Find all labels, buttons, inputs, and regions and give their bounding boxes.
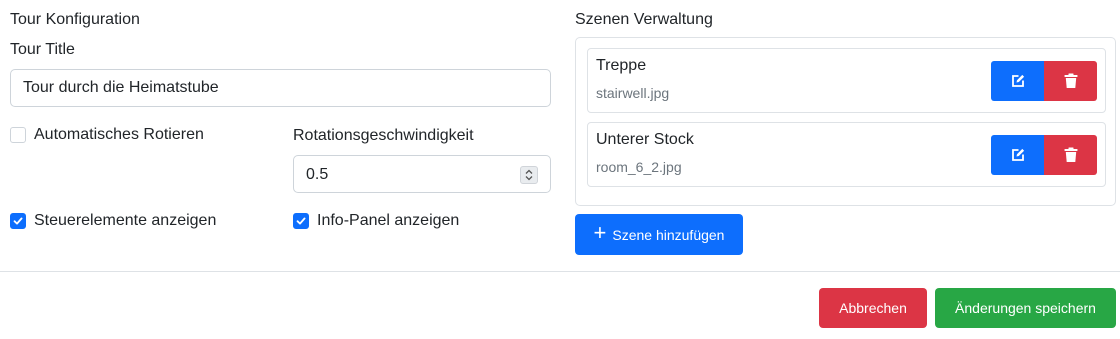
edit-icon (1011, 74, 1024, 87)
tour-title-label: Tour Title (10, 41, 75, 58)
scene-actions (991, 61, 1097, 101)
save-changes-button[interactable]: Änderungen speichern (935, 288, 1116, 328)
scene-item: Unterer Stock room_6_2.jpg (587, 122, 1106, 187)
edit-icon (1011, 148, 1024, 161)
info-panel-option[interactable]: Info-Panel anzeigen (293, 212, 459, 230)
edit-scene-button[interactable] (991, 61, 1044, 101)
plus-icon: + (593, 220, 607, 245)
show-controls-option[interactable]: Steuerelemente anzeigen (10, 212, 216, 230)
scene-name: Unterer Stock (596, 131, 694, 148)
rotation-speed-value: 0.5 (306, 166, 329, 183)
delete-scene-button[interactable] (1044, 135, 1097, 175)
info-panel-checkbox[interactable] (293, 213, 309, 229)
spinner-arrows-icon (525, 169, 533, 181)
trash-icon (1064, 73, 1077, 88)
info-panel-label: Info-Panel anzeigen (317, 212, 460, 229)
check-icon (296, 217, 306, 225)
rotation-speed-label: Rotationsgeschwindigkeit (293, 127, 474, 144)
scene-list: Treppe stairwell.jpg Unterer Stock room_… (575, 37, 1116, 206)
tour-title-input[interactable] (10, 69, 551, 107)
tour-config-heading: Tour Konfiguration (10, 11, 140, 28)
show-controls-label: Steuerelemente anzeigen (34, 212, 217, 229)
scene-file: stairwell.jpg (596, 85, 670, 101)
scene-management-heading: Szenen Verwaltung (575, 11, 713, 28)
add-scene-label: Szene hinzufügen (612, 226, 725, 243)
number-spinner[interactable] (520, 166, 538, 184)
check-icon (13, 217, 23, 225)
rotation-speed-input[interactable]: 0.5 (293, 155, 551, 193)
cancel-button[interactable]: Abbrechen (819, 288, 927, 328)
add-scene-button[interactable]: + Szene hinzufügen (575, 214, 743, 255)
show-controls-checkbox[interactable] (10, 213, 26, 229)
scene-file: room_6_2.jpg (596, 159, 682, 175)
trash-icon (1064, 147, 1077, 162)
auto-rotate-label: Automatisches Rotieren (34, 126, 204, 143)
scene-item: Treppe stairwell.jpg (587, 48, 1106, 113)
edit-scene-button[interactable] (991, 135, 1044, 175)
auto-rotate-option[interactable]: Automatisches Rotieren (10, 126, 204, 144)
scene-name: Treppe (596, 57, 647, 74)
auto-rotate-checkbox[interactable] (10, 127, 26, 143)
footer-divider (0, 271, 1120, 272)
scene-actions (991, 135, 1097, 175)
delete-scene-button[interactable] (1044, 61, 1097, 101)
